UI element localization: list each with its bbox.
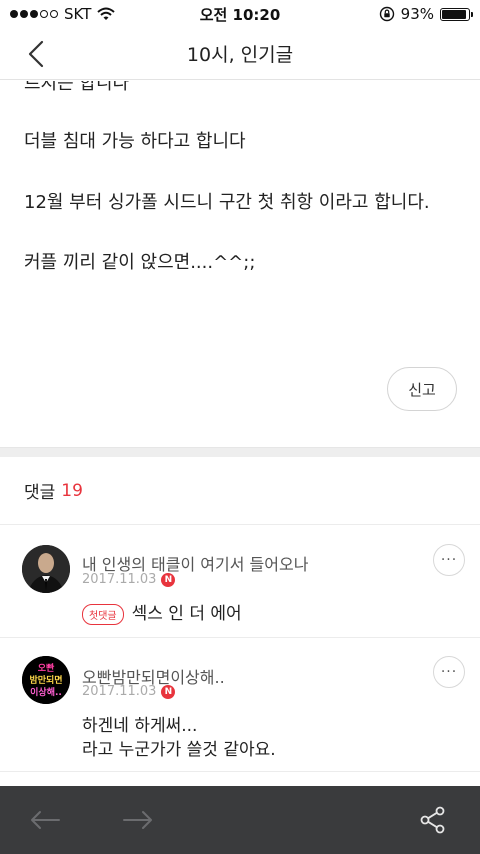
more-dots-icon: ··· xyxy=(440,664,458,680)
new-badge: N xyxy=(161,684,176,699)
more-options-button[interactable]: ··· xyxy=(433,544,465,576)
chevron-left-icon xyxy=(28,40,44,68)
comment-text-row: 첫댓글 섹스 인 더 에어 xyxy=(82,599,242,625)
signal-strength-icon xyxy=(10,10,58,18)
battery-icon xyxy=(440,7,473,21)
nav-header: 10시, 인기글 xyxy=(0,28,480,80)
comment-text: 섹스 인 더 에어 xyxy=(131,604,242,624)
browser-forward-button[interactable] xyxy=(118,800,158,840)
more-dots-icon: ··· xyxy=(440,552,458,568)
article-line-partial: 르지는 합니다 xyxy=(24,81,130,94)
comments-count: 19 xyxy=(61,480,83,501)
article-line: 커플 끼리 같이 앉으면....^^;; xyxy=(24,252,256,273)
bottom-toolbar xyxy=(0,786,480,854)
article-line: 더블 침대 가능 하다고 합니다 xyxy=(24,131,246,152)
carrier-label: SKT xyxy=(64,5,92,23)
status-bar: SKT 오전 10:20 93% xyxy=(0,0,480,28)
comments-header: 댓글 19 xyxy=(0,457,480,525)
page-title: 10시, 인기글 xyxy=(186,44,294,66)
avatar-text-line: 오빤 xyxy=(38,662,55,674)
back-button[interactable] xyxy=(18,36,54,72)
section-divider xyxy=(0,447,480,457)
arrow-right-icon xyxy=(123,811,152,829)
report-button[interactable]: 신고 xyxy=(387,367,457,411)
comment-date: 2017.11.03 xyxy=(82,684,157,699)
avatar[interactable]: 오빤 밤만되면 이상해.. xyxy=(22,656,70,704)
article-line: 12월 부터 싱가폴 시드니 구간 첫 취항 이라고 합니다. xyxy=(24,192,430,213)
neon-text-avatar-icon: 오빤 밤만되면 이상해.. xyxy=(22,656,70,704)
battery-percent: 93% xyxy=(400,5,434,23)
comment-date-row: 2017.11.03 N xyxy=(82,572,176,587)
comment-item: 오빤 밤만되면 이상해.. 오빤밤만되면이상해.. 2017.11.03 N ·… xyxy=(0,638,480,772)
avatar-text-line: 밤만되면 xyxy=(29,674,62,686)
man-in-suit-avatar-icon xyxy=(22,545,70,593)
comment-date: 2017.11.03 xyxy=(82,572,157,587)
rotation-lock-icon xyxy=(379,6,394,22)
status-right: 93% xyxy=(379,5,473,23)
comment-item: 내 인생의 태클이 여기서 들어오나 2017.11.03 N ··· 첫댓글 섹… xyxy=(0,526,480,638)
share-icon xyxy=(420,806,445,834)
first-comment-badge: 첫댓글 xyxy=(82,603,124,625)
comment-text: 라고 누군가가 쓸것 같아요. xyxy=(82,740,276,760)
status-left: SKT xyxy=(10,5,116,23)
battery-level-fill xyxy=(442,9,467,19)
more-options-button[interactable]: ··· xyxy=(433,656,465,688)
wifi-icon xyxy=(97,7,116,20)
new-badge: N xyxy=(161,572,176,587)
arrow-left-icon xyxy=(31,811,60,829)
article-body: 르지는 합니다 더블 침대 가능 하다고 합니다 12월 부터 싱가폴 시드니 … xyxy=(0,81,480,447)
comments-heading: 댓글 xyxy=(24,483,56,503)
avatar-text-line: 이상해.. xyxy=(30,686,62,698)
browser-back-button[interactable] xyxy=(25,800,65,840)
avatar[interactable] xyxy=(22,545,70,593)
comment-date-row: 2017.11.03 N xyxy=(82,684,176,699)
comment-text: 하겐네 하게써... xyxy=(82,716,198,736)
share-button[interactable] xyxy=(413,800,453,840)
